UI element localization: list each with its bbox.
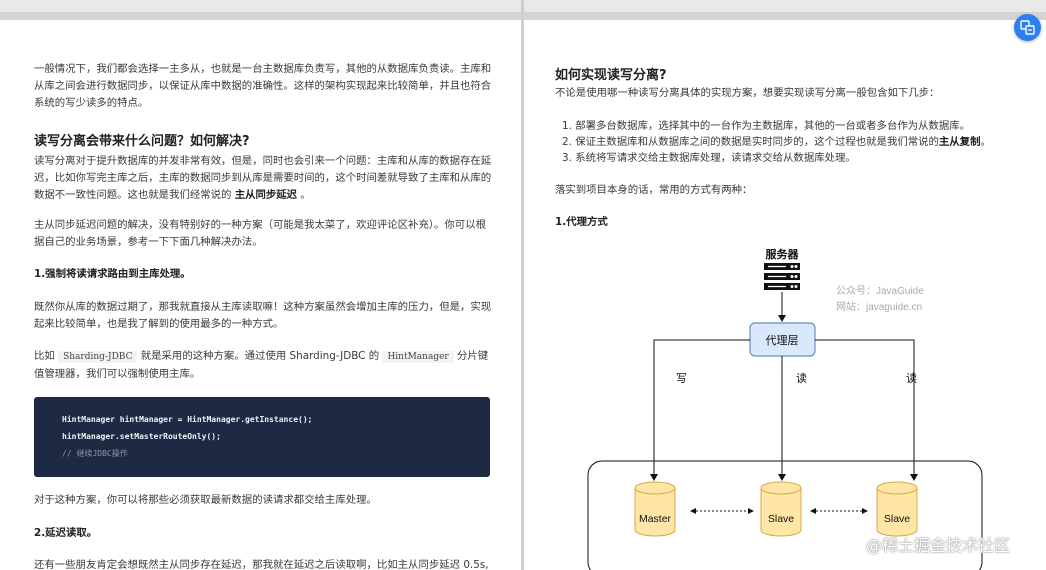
site-watermark: @稀土掘金技术社区 — [866, 536, 1011, 555]
proxy-label: 代理层 — [766, 334, 799, 347]
subheading-force-master: 1.强制将读请求路由到主库处理。 — [34, 268, 191, 280]
edge-read-label-1: 读 — [796, 371, 807, 385]
slave-label-1: Slave — [768, 513, 794, 525]
delay-read-paragraph: 还有一些朋友肯定会想既然主从同步存在延迟，那我就在延迟之后读取啊，比如主从同步延… — [34, 559, 489, 570]
write-edge — [653, 339, 750, 478]
intro-paragraph: 一般情况下，我们都会选择一主多从，也就是一台主数据库负责写，其他的从数据库负责读… — [34, 63, 492, 109]
code-line-2: hintManager.setMasterRouteOnly(); — [62, 432, 221, 441]
translate-icon[interactable] — [1014, 14, 1041, 41]
master-db-node — [634, 481, 676, 537]
slave-db-node-1 — [760, 481, 802, 537]
left-page: 一般情况下，我们都会选择一主多从，也就是一台主数据库负责写，其他的从数据库负责读… — [0, 20, 521, 570]
edge-read-label-2: 读 — [906, 371, 917, 385]
route-paragraph: 对于这种方案，你可以将那些必须获取最新数据的读请求都交给主库处理。 — [34, 494, 377, 506]
code-block: HintManager hintManager = HintManager.ge… — [34, 397, 490, 477]
inline-code-hintmanager: HintManager — [382, 351, 454, 363]
slave-label-2: Slave — [884, 513, 910, 525]
delay-end: 。 — [300, 189, 311, 201]
right-page: 如何实现读写分离? 不论是使用哪一种读写分离具体的实现方案，想要实现读写分离一般… — [524, 20, 1046, 570]
force-master-paragraph: 既然你从库的数据过期了，那我就直接从主库读取嘛！这种方案虽然会增加主库的压力，但… — [34, 301, 492, 330]
edge-write-label: 写 — [676, 373, 687, 385]
server-icon — [764, 263, 800, 290]
section-heading-problems: 读写分离会带来什么问题？如何解决? — [34, 134, 250, 149]
read-edge-2 — [815, 339, 915, 478]
code-line-1: HintManager hintManager = HintManager.ge… — [62, 415, 313, 424]
slave-db-node-2 — [876, 481, 918, 537]
solutions-paragraph: 主从同步延迟问题的解决，没有特别好的一种方案（可能是我太菜了，欢迎评论区补充）。… — [34, 219, 486, 248]
sync-delay-term: 主从同步延迟 — [234, 189, 298, 201]
server-label: 服务器 — [766, 247, 800, 261]
sharding-text-a: 比如 — [34, 350, 55, 362]
watermark-site: 网站：javaguide.cn — [836, 300, 922, 313]
master-label: Master — [639, 513, 672, 525]
delay-paragraph: 读写分离对于提升数据库的并发非常有效，但是，同时也会引来一个问题：主库和从库的数… — [34, 153, 492, 204]
sharding-paragraph: 比如 Sharding-JDBC 就是采用的这种方案。通过使用 Sharding… — [34, 348, 492, 383]
watermark-wechat: 公众号：JavaGuide — [836, 285, 924, 297]
proxy-architecture-diagram: 服务器 公众号：JavaGuide 网站：javaguide.cn 代理层 写 … — [587, 247, 983, 570]
sharding-text-b: 就是采用的这种方案。通过使用 Sharding-JDBC 的 — [140, 350, 380, 362]
code-comment: // 继续JDBC操作 — [62, 449, 128, 458]
subheading-delay-read: 2.延迟读取。 — [34, 527, 98, 539]
inline-code-sharding-jdbc: Sharding-JDBC — [58, 351, 138, 363]
